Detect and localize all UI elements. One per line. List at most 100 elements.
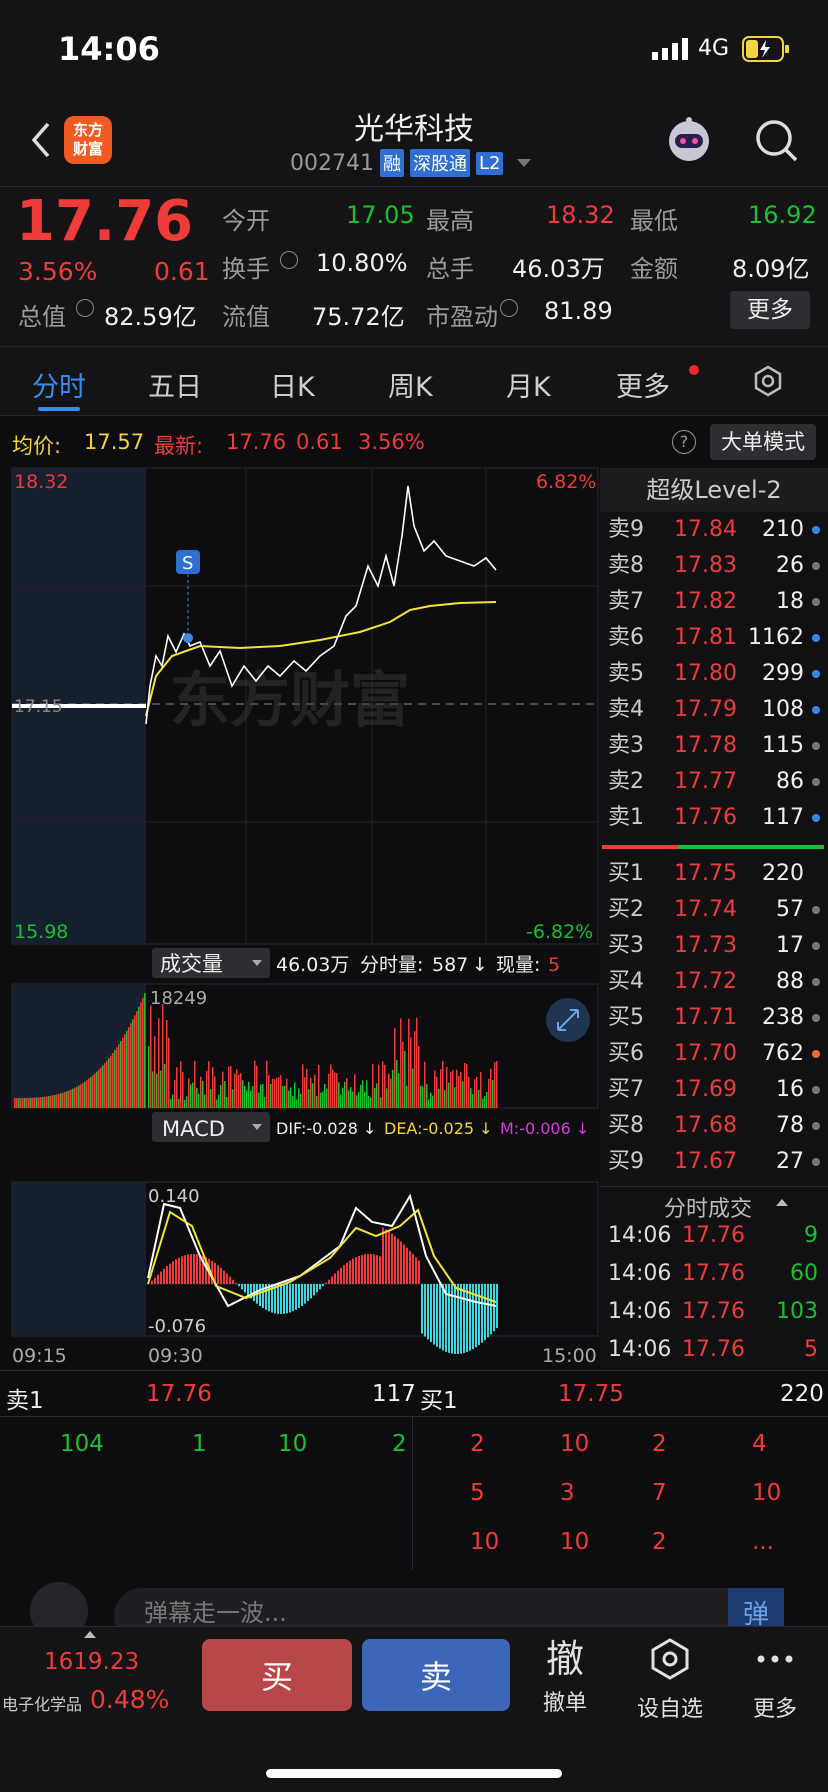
more-actions-button[interactable]: 更多 <box>740 1637 810 1723</box>
add-watchlist-button[interactable]: 设自选 <box>628 1637 712 1723</box>
tick-time: 14:06 <box>608 1223 672 1248</box>
order-dot-icon <box>812 1122 820 1130</box>
queue-buy-price: 17.75 <box>558 1381 624 1407</box>
search-icon[interactable] <box>752 116 802 166</box>
queue-sell-label: 卖1 <box>6 1388 44 1414</box>
latest-percent: 3.56% <box>358 430 425 454</box>
ask-level-row[interactable]: 卖5 17.80 299 <box>600 656 828 692</box>
level-label: 卖6 <box>608 625 644 650</box>
info-icon[interactable] <box>280 251 298 269</box>
chevron-up-icon <box>776 1199 788 1206</box>
sector-percent: 0.48% <box>90 1685 170 1714</box>
level2-title[interactable]: 超级Level-2 <box>600 468 828 512</box>
label-float-value: 流值 <box>222 303 270 331</box>
y-axis-bottom: 15.98 <box>14 921 68 943</box>
home-indicator <box>266 1769 562 1778</box>
level-price: 17.80 <box>674 661 737 686</box>
level-volume: 762 <box>762 1041 804 1066</box>
ask-level-row[interactable]: 卖1 17.76 117 <box>600 800 828 836</box>
bid-level-row[interactable]: 买2 17.74 57 <box>600 892 828 928</box>
tick-row: 14:06 17.76 103 <box>600 1294 828 1330</box>
bid-level-row[interactable]: 买1 17.75 220 <box>600 856 828 892</box>
level-price: 17.68 <box>674 1113 737 1138</box>
tab-intraday[interactable]: 分时 <box>32 365 86 404</box>
tab-monthly-k[interactable]: 月K <box>506 365 551 404</box>
more-quote-button[interactable]: 更多 <box>730 291 810 329</box>
bid-level-row[interactable]: 买6 17.70 762 <box>600 1036 828 1072</box>
cancel-order-button[interactable]: 撤 撤单 <box>530 1637 600 1717</box>
robot-assistant-icon[interactable] <box>664 116 714 166</box>
comment-list-icon[interactable] <box>30 1582 88 1626</box>
stock-code-row[interactable]: 002741 融 深股通 L2 <box>290 148 532 178</box>
tab-five-day[interactable]: 五日 <box>148 365 202 404</box>
order-dot-icon <box>812 670 820 678</box>
tick-row: 14:06 17.76 9 <box>600 1218 828 1254</box>
macd-selector-label: MACD <box>162 1117 225 1141</box>
tick-volume: 5 <box>804 1337 818 1362</box>
buy-order-item: ... <box>752 1529 774 1555</box>
macd-dif: DIF:-0.028 ↓ <box>276 1119 376 1138</box>
bid-level-row[interactable]: 买3 17.73 17 <box>600 928 828 964</box>
tab-weekly-k[interactable]: 周K <box>388 365 433 404</box>
level-price: 17.74 <box>674 897 737 922</box>
pct-axis-bottom: -6.82% <box>526 921 593 943</box>
chevron-up-icon[interactable] <box>84 1631 96 1638</box>
info-icon[interactable] <box>500 299 518 317</box>
level-label: 买6 <box>608 1041 644 1066</box>
info-icon[interactable] <box>76 299 94 317</box>
ask-level-row[interactable]: 卖4 17.79 108 <box>600 692 828 728</box>
bid-level-row[interactable]: 买9 17.67 27 <box>600 1144 828 1180</box>
level-label: 买1 <box>608 861 644 886</box>
ask-level-row[interactable]: 卖8 17.83 26 <box>600 548 828 584</box>
bid-level-row[interactable]: 买7 17.69 16 <box>600 1072 828 1108</box>
level-label: 卖5 <box>608 661 644 686</box>
bid-level-row[interactable]: 买8 17.68 78 <box>600 1108 828 1144</box>
dif-line <box>147 1193 497 1308</box>
buy-order-item: 4 <box>752 1431 767 1457</box>
level-volume: 86 <box>776 769 804 794</box>
ask-level-row[interactable]: 卖3 17.78 115 <box>600 728 828 764</box>
label-high: 最高 <box>426 207 474 235</box>
settings-gear-icon[interactable] <box>752 365 784 397</box>
order-dot-icon <box>812 978 820 986</box>
last-price: 17.76 <box>16 189 194 254</box>
label-total-value: 总值 <box>18 303 66 331</box>
level-label: 卖7 <box>608 589 644 614</box>
send-comment-button[interactable]: 弹 <box>728 1588 784 1626</box>
level-label: 卖3 <box>608 733 644 758</box>
tab-indicator <box>38 407 80 411</box>
ask-level-row[interactable]: 卖9 17.84 210 <box>600 512 828 548</box>
sell-button[interactable]: 卖 <box>362 1639 510 1711</box>
bid-level-row[interactable]: 买4 17.72 88 <box>600 964 828 1000</box>
tab-more[interactable]: 更多 <box>616 365 670 404</box>
ask-level-row[interactable]: 卖6 17.81 1162 <box>600 620 828 656</box>
macd-bottom: -0.076 <box>148 1316 206 1337</box>
watchlist-icon <box>651 1638 689 1680</box>
intraday-chart-area[interactable]: 东方财富 18.32 17.15 15.98 6.82% -6.82% S 成交… <box>0 466 600 1366</box>
help-icon[interactable]: ? <box>672 430 696 454</box>
buy-order-item: 2 <box>652 1431 667 1457</box>
level-volume: 27 <box>776 1149 804 1174</box>
comment-input[interactable]: 弹幕走一波... <box>114 1588 760 1626</box>
ticks-header[interactable]: 分时成交 <box>600 1186 828 1222</box>
ask-level-row[interactable]: 卖2 17.77 86 <box>600 764 828 800</box>
bid-level-row[interactable]: 买5 17.71 238 <box>600 1000 828 1036</box>
sector-name[interactable]: 电子化学品 <box>2 1691 82 1715</box>
tab-daily-k[interactable]: 日K <box>270 365 315 404</box>
y-axis-top: 18.32 <box>14 471 68 493</box>
macd-top: 0.140 <box>148 1186 200 1207</box>
change-amount: 0.61 <box>154 257 210 286</box>
comment-bar: 弹幕走一波... 弹 <box>0 1570 828 1626</box>
buy-button[interactable]: 买 <box>202 1639 352 1711</box>
level-volume: 108 <box>762 697 804 722</box>
big-order-mode-button[interactable]: 大单模式 <box>710 424 816 460</box>
sector-index-value[interactable]: 1619.23 <box>44 1649 139 1675</box>
ask-level-row[interactable]: 卖7 17.82 18 <box>600 584 828 620</box>
order-dot-icon <box>812 598 820 606</box>
level-volume: 117 <box>762 805 804 830</box>
buy-order-item: 10 <box>560 1431 590 1457</box>
level-price: 17.75 <box>674 861 737 886</box>
level-price: 17.69 <box>674 1077 737 1102</box>
level-volume: 18 <box>776 589 804 614</box>
latest-label: 最新: <box>154 434 204 458</box>
